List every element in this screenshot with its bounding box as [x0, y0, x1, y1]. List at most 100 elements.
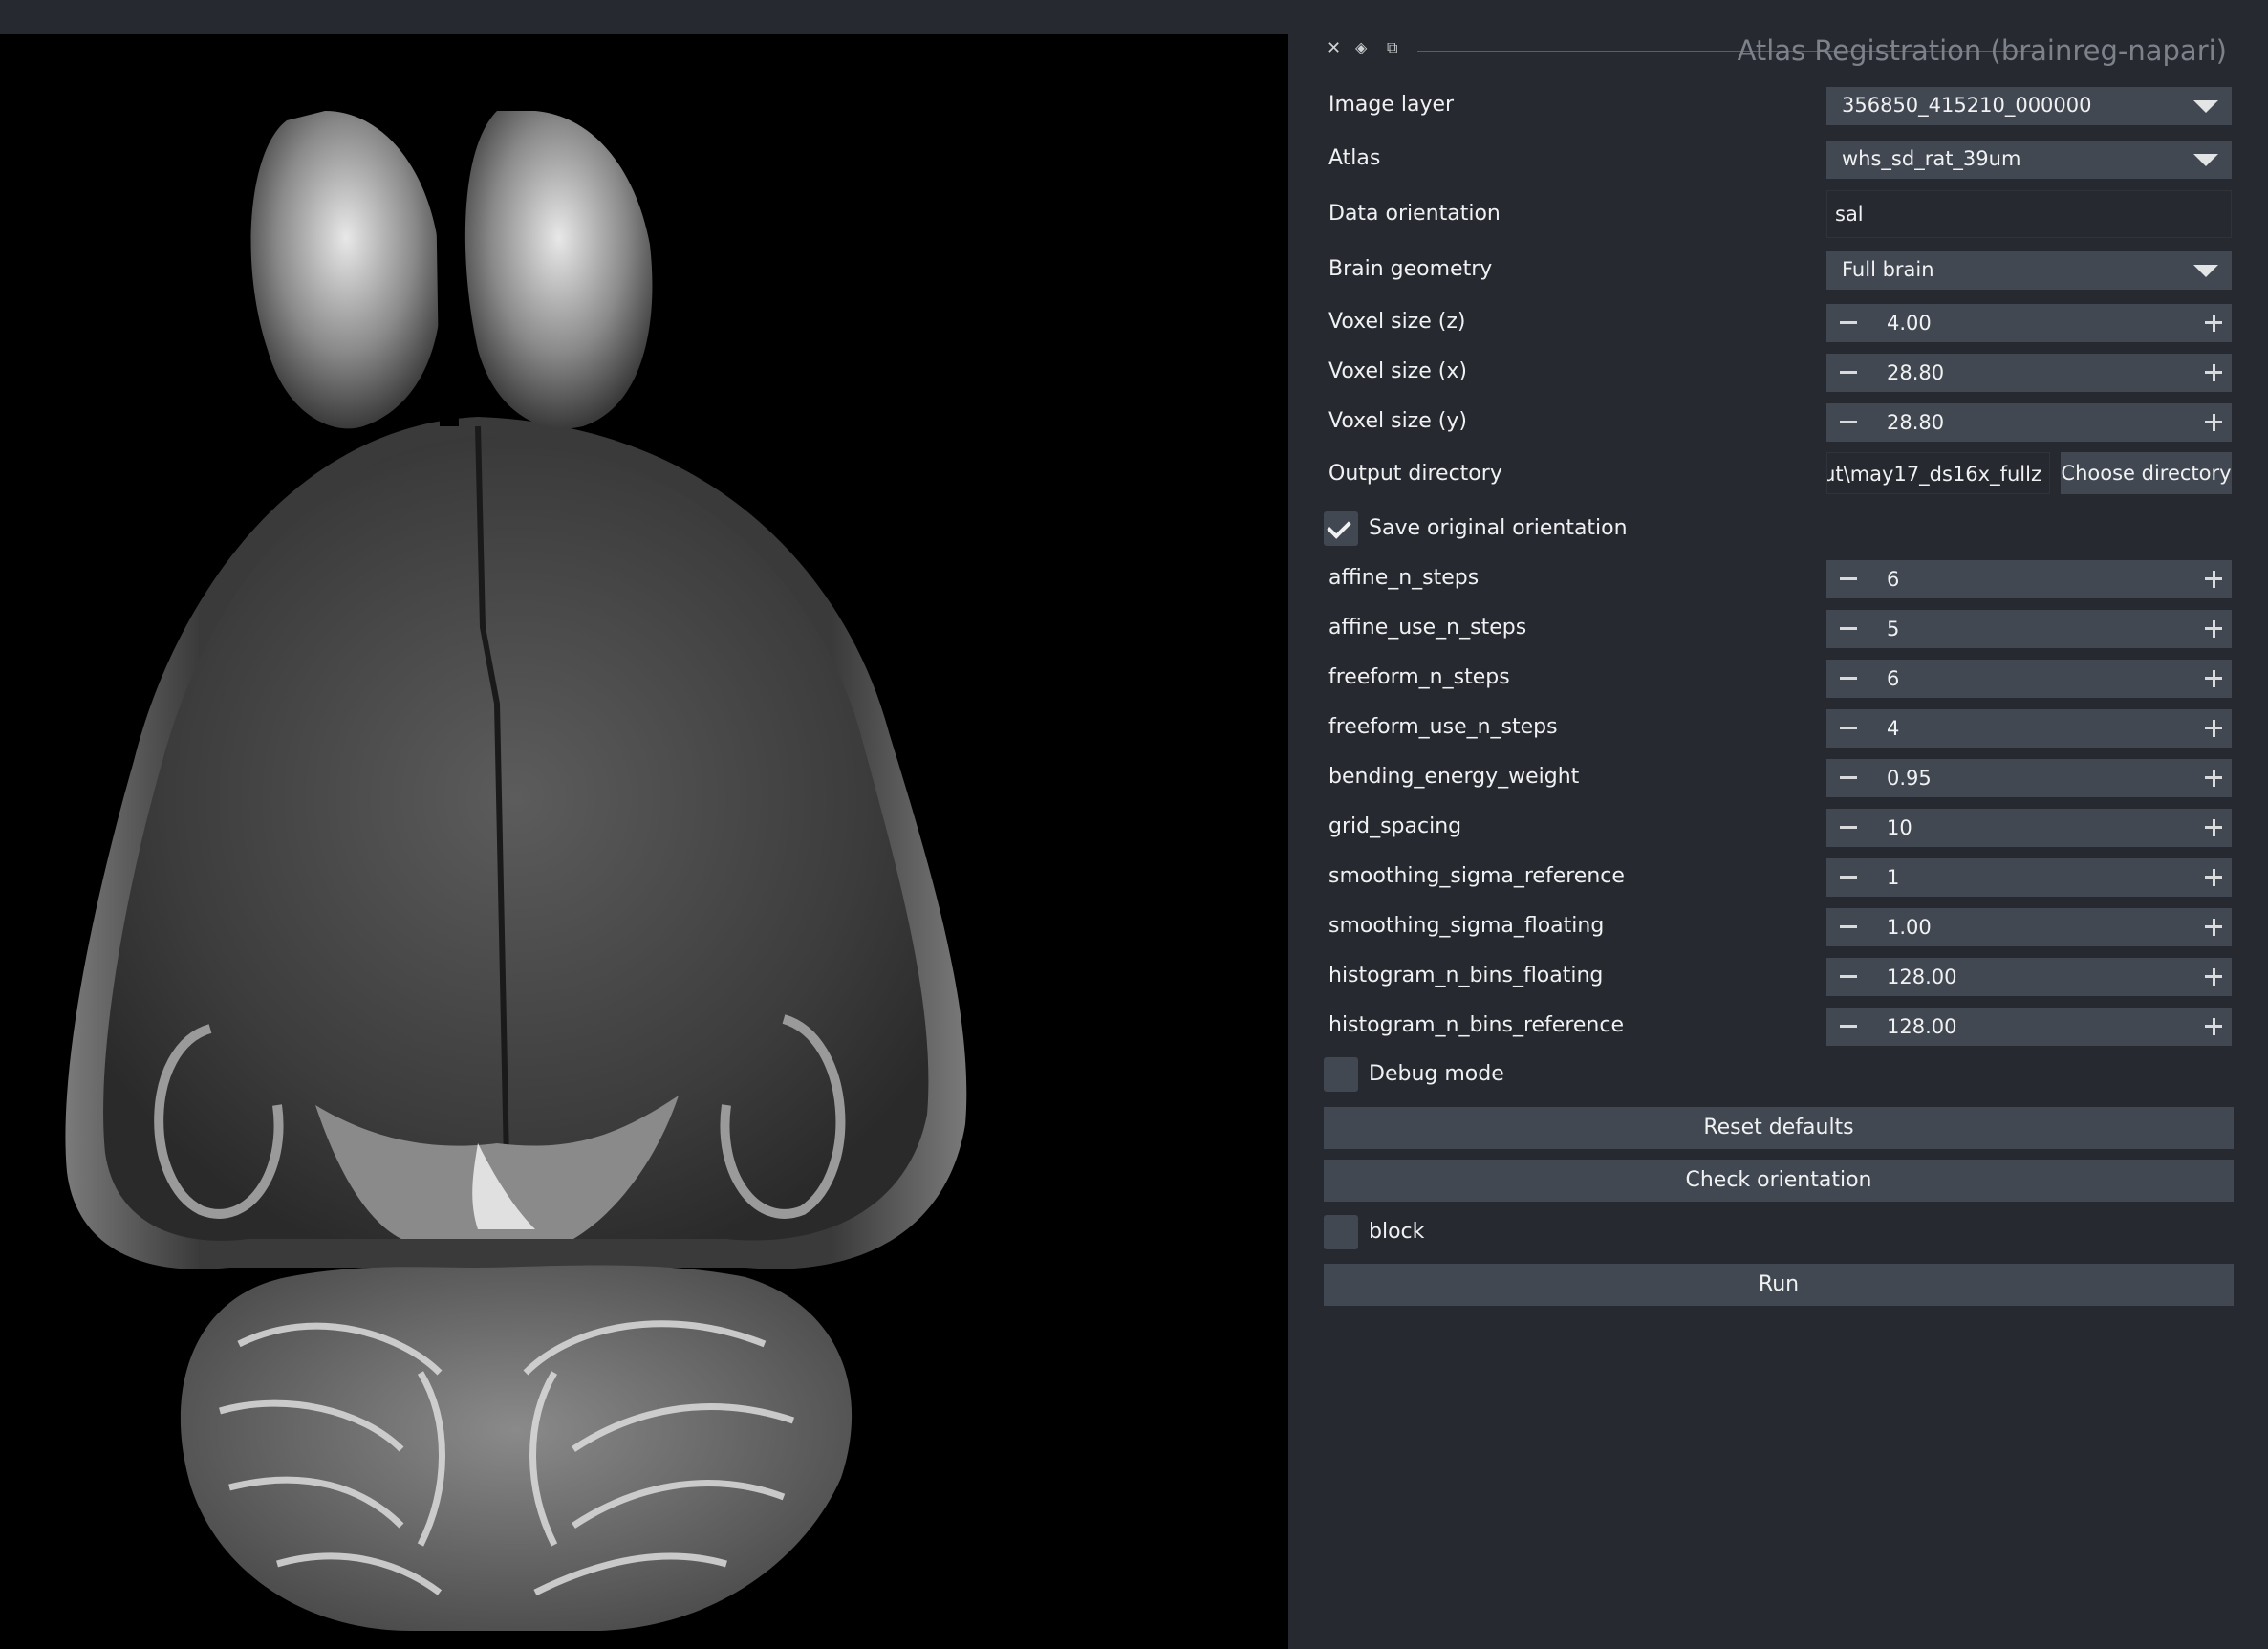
- image-layer-dropdown[interactable]: 356850_415210_000000: [1826, 87, 2232, 125]
- voxel-x-value[interactable]: 28.80: [1887, 361, 1944, 384]
- plus-icon-vertical[interactable]: [2213, 1018, 2215, 1035]
- freeform-n-steps-spinbox[interactable]: 6: [1826, 660, 2232, 698]
- minus-icon[interactable]: [1840, 627, 1857, 630]
- voxel-z-label: Voxel size (z): [1328, 310, 1466, 334]
- affine-n-steps-label: affine_n_steps: [1328, 566, 1480, 590]
- plus-icon-vertical[interactable]: [2213, 720, 2215, 737]
- minus-icon[interactable]: [1840, 421, 1857, 423]
- minus-icon[interactable]: [1840, 577, 1857, 580]
- grid-spacing-value[interactable]: 10: [1887, 816, 1912, 839]
- data-orientation-input[interactable]: sal: [1826, 190, 2232, 238]
- image-canvas[interactable]: [0, 34, 1288, 1649]
- data-orientation-row: Data orientation sal: [1328, 190, 2232, 238]
- choose-directory-label: Choose directory: [2061, 462, 2232, 485]
- undock-icon[interactable]: ⧉: [1387, 38, 1397, 57]
- plus-icon-vertical[interactable]: [2213, 670, 2215, 687]
- grid-spacing-spinbox[interactable]: 10: [1826, 809, 2232, 847]
- histogram-n-bins-floating-label: histogram_n_bins_floating: [1328, 964, 1604, 987]
- smoothing-sigma-reference-row: smoothing_sigma_reference 1: [1328, 858, 2232, 897]
- check-orientation-button[interactable]: Check orientation: [1324, 1160, 2234, 1202]
- freeform-n-steps-value[interactable]: 6: [1887, 667, 1899, 690]
- block-row: block: [1324, 1215, 2232, 1253]
- chevron-down-icon: [2193, 265, 2218, 277]
- smoothing-sigma-floating-value[interactable]: 1.00: [1887, 916, 1932, 939]
- affine-n-steps-value[interactable]: 6: [1887, 568, 1899, 591]
- affine-n-steps-row: affine_n_steps 6: [1328, 560, 2232, 598]
- plus-icon-vertical[interactable]: [2213, 770, 2215, 787]
- atlas-dropdown[interactable]: whs_sd_rat_39um: [1826, 141, 2232, 179]
- plus-icon-vertical[interactable]: [2213, 364, 2215, 381]
- save-original-orientation-checkbox[interactable]: [1324, 511, 1358, 546]
- minus-icon[interactable]: [1840, 1025, 1857, 1028]
- smoothing-sigma-reference-value[interactable]: 1: [1887, 866, 1899, 889]
- plus-icon-vertical[interactable]: [2213, 620, 2215, 638]
- freeform-use-n-steps-spinbox[interactable]: 4: [1826, 709, 2232, 748]
- histogram-n-bins-floating-spinbox[interactable]: 128.00: [1826, 958, 2232, 996]
- voxel-y-row: Voxel size (y) 28.80: [1328, 403, 2232, 442]
- save-original-orientation-row: Save original orientation: [1324, 511, 2232, 550]
- minus-icon[interactable]: [1840, 776, 1857, 779]
- histogram-n-bins-reference-value[interactable]: 128.00: [1887, 1015, 1956, 1038]
- minus-icon[interactable]: [1840, 975, 1857, 978]
- voxel-x-spinbox[interactable]: 28.80: [1826, 354, 2232, 392]
- bending-energy-weight-row: bending_energy_weight 0.95: [1328, 759, 2232, 797]
- block-checkbox[interactable]: [1324, 1215, 1358, 1249]
- affine-use-n-steps-row: affine_use_n_steps 5: [1328, 610, 2232, 648]
- save-original-orientation-label: Save original orientation: [1369, 516, 1628, 540]
- affine-use-n-steps-value[interactable]: 5: [1887, 618, 1899, 640]
- plus-icon-vertical[interactable]: [2213, 869, 2215, 886]
- output-directory-value: out\may17_ds16x_fullz: [1826, 463, 2041, 486]
- float-icon[interactable]: ◈: [1355, 38, 1367, 56]
- smoothing-sigma-floating-row: smoothing_sigma_floating 1.00: [1328, 908, 2232, 946]
- choose-directory-button[interactable]: Choose directory: [2061, 452, 2232, 494]
- minus-icon[interactable]: [1840, 876, 1857, 879]
- minus-icon[interactable]: [1840, 677, 1857, 680]
- voxel-z-spinbox[interactable]: 4.00: [1826, 304, 2232, 342]
- minus-icon[interactable]: [1840, 826, 1857, 829]
- grid-spacing-row: grid_spacing 10: [1328, 809, 2232, 847]
- voxel-y-spinbox[interactable]: 28.80: [1826, 403, 2232, 442]
- bending-energy-weight-label: bending_energy_weight: [1328, 765, 1580, 789]
- minus-icon[interactable]: [1840, 321, 1857, 324]
- plus-icon-vertical[interactable]: [2213, 968, 2215, 986]
- freeform-use-n-steps-value[interactable]: 4: [1887, 717, 1899, 740]
- atlas-value: whs_sd_rat_39um: [1842, 147, 2021, 170]
- minus-icon[interactable]: [1840, 371, 1857, 374]
- voxel-z-value[interactable]: 4.00: [1887, 312, 1932, 335]
- brain-geometry-dropdown[interactable]: Full brain: [1826, 251, 2232, 290]
- debug-mode-row: Debug mode: [1324, 1057, 2232, 1096]
- output-directory-label: Output directory: [1328, 462, 1502, 486]
- reset-defaults-button[interactable]: Reset defaults: [1324, 1107, 2234, 1149]
- atlas-label: Atlas: [1328, 146, 1381, 170]
- minus-icon[interactable]: [1840, 925, 1857, 928]
- image-layer-row: Image layer 356850_415210_000000: [1328, 87, 2232, 125]
- bending-energy-weight-value[interactable]: 0.95: [1887, 767, 1932, 790]
- widget-titlebar: ✕ ◈ ⧉ Atlas Registration (brainreg-napar…: [1324, 34, 2227, 67]
- histogram-n-bins-reference-label: histogram_n_bins_reference: [1328, 1013, 1624, 1037]
- smoothing-sigma-reference-label: smoothing_sigma_reference: [1328, 864, 1625, 888]
- plus-icon-vertical[interactable]: [2213, 315, 2215, 332]
- voxel-y-value[interactable]: 28.80: [1887, 411, 1944, 434]
- data-orientation-label: Data orientation: [1328, 202, 1501, 226]
- minus-icon[interactable]: [1840, 727, 1857, 729]
- histogram-n-bins-reference-spinbox[interactable]: 128.00: [1826, 1008, 2232, 1046]
- affine-n-steps-spinbox[interactable]: 6: [1826, 560, 2232, 598]
- data-orientation-value: sal: [1835, 203, 1864, 226]
- smoothing-sigma-reference-spinbox[interactable]: 1: [1826, 858, 2232, 897]
- smoothing-sigma-floating-spinbox[interactable]: 1.00: [1826, 908, 2232, 946]
- debug-mode-checkbox[interactable]: [1324, 1057, 1358, 1092]
- plus-icon-vertical[interactable]: [2213, 919, 2215, 936]
- widget-title: Atlas Registration (brainreg-napari): [1737, 34, 2227, 67]
- histogram-n-bins-floating-value[interactable]: 128.00: [1887, 966, 1956, 988]
- brain-geometry-row: Brain geometry Full brain: [1328, 251, 2232, 290]
- plus-icon-vertical[interactable]: [2213, 819, 2215, 836]
- output-directory-input[interactable]: out\may17_ds16x_fullz: [1826, 452, 2050, 494]
- plus-icon-vertical[interactable]: [2213, 571, 2215, 588]
- debug-mode-label: Debug mode: [1369, 1062, 1504, 1086]
- bending-energy-weight-spinbox[interactable]: 0.95: [1826, 759, 2232, 797]
- run-button[interactable]: Run: [1324, 1264, 2234, 1306]
- plus-icon-vertical[interactable]: [2213, 414, 2215, 431]
- close-icon[interactable]: ✕: [1327, 38, 1341, 58]
- freeform-use-n-steps-label: freeform_use_n_steps: [1328, 715, 1558, 739]
- affine-use-n-steps-spinbox[interactable]: 5: [1826, 610, 2232, 648]
